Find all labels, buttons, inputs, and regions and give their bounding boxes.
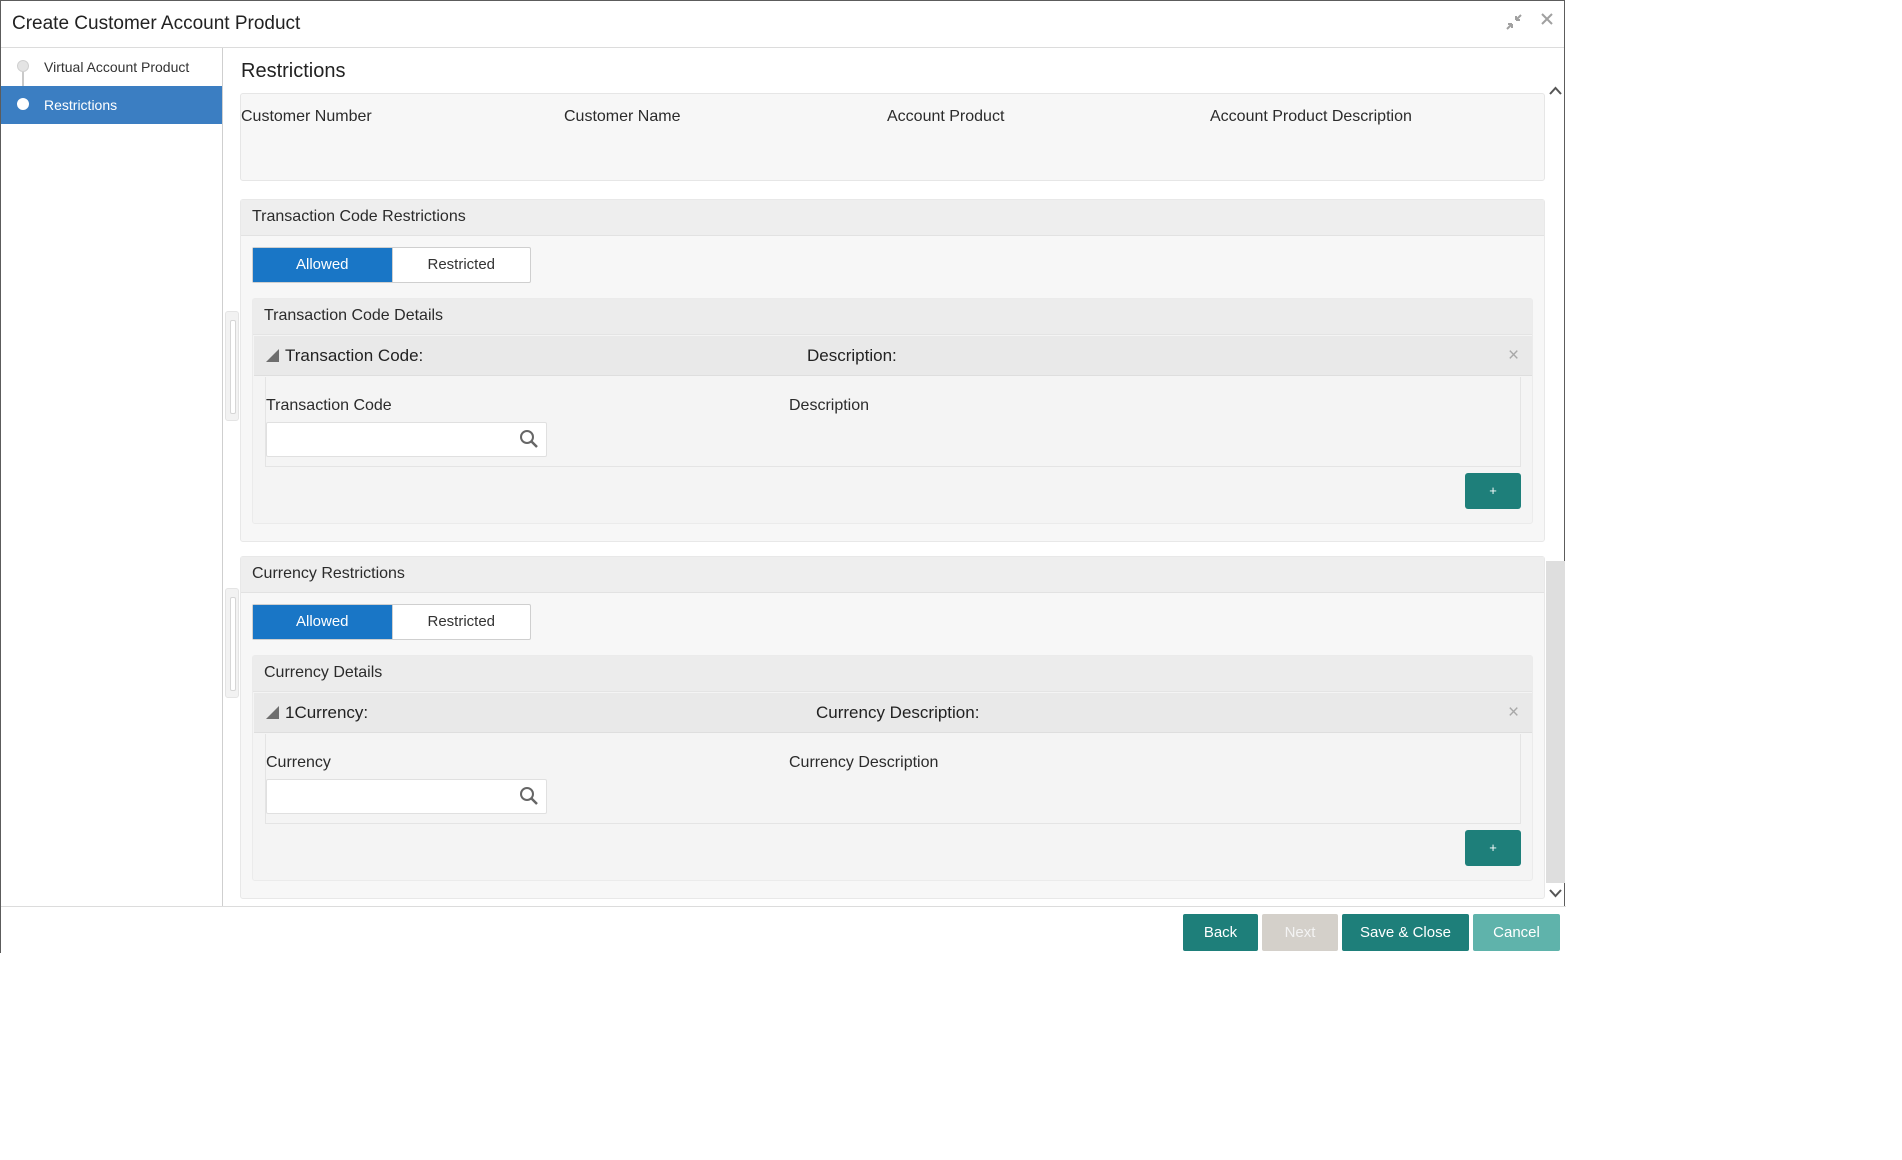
title-bar: Create Customer Account Product <box>1 1 1564 48</box>
add-row-button[interactable]: + <box>1465 473 1521 509</box>
page-title: Restrictions <box>241 60 346 82</box>
remove-row-icon[interactable]: × <box>1508 702 1519 724</box>
scroll-up-icon[interactable] <box>1549 83 1562 99</box>
scrollbar-thumb[interactable] <box>1546 561 1565 883</box>
sidebar-item-restrictions[interactable]: Restrictions <box>1 86 222 124</box>
row-key-label: Transaction Code: <box>285 346 424 365</box>
collapse-triangle-icon[interactable] <box>266 706 279 719</box>
currency-restrictions-section: Currency Restrictions Allowed Restricted… <box>240 556 1545 899</box>
scroll-down-icon[interactable] <box>1549 885 1562 901</box>
currency-input[interactable] <box>266 779 547 814</box>
window-title: Create Customer Account Product <box>12 13 301 34</box>
description-field-label: Description <box>789 397 870 414</box>
search-icon[interactable] <box>519 786 539 806</box>
customer-name-label: Customer Name <box>564 108 681 125</box>
create-customer-account-product-window: Create Customer Account Product Virtual … <box>0 0 1566 954</box>
restricted-option[interactable]: Restricted <box>391 605 531 639</box>
close-icon[interactable] <box>1539 10 1555 33</box>
step-dot-icon <box>17 60 29 72</box>
allowed-option[interactable]: Allowed <box>253 248 392 282</box>
allowed-restricted-toggle: Allowed Restricted <box>252 604 531 640</box>
save-close-button[interactable]: Save & Close <box>1342 914 1469 951</box>
transaction-code-details: Transaction Code Details Transaction Cod… <box>252 298 1533 524</box>
back-button[interactable]: Back <box>1183 914 1258 951</box>
details-header: Transaction Code Details <box>253 299 1532 335</box>
footer-bar: Back Next Save & Close Cancel <box>1 906 1566 954</box>
wizard-sidebar: Virtual Account Product Restrictions <box>1 48 223 906</box>
account-product-description-label: Account Product Description <box>1210 108 1412 125</box>
step-dot-icon <box>17 98 29 110</box>
section-title: Currency Restrictions <box>252 565 405 582</box>
transaction-code-field-label: Transaction Code <box>266 397 392 414</box>
transaction-code-input[interactable] <box>266 422 547 457</box>
allowed-option[interactable]: Allowed <box>253 605 392 639</box>
splitter-handle[interactable] <box>225 588 239 698</box>
currency-row-body: Currency Currency Description <box>265 734 1521 824</box>
customer-number-label: Customer Number <box>241 108 372 125</box>
details-header: Currency Details <box>253 656 1532 692</box>
currency-field-label: Currency <box>266 754 331 771</box>
section-header: Transaction Code Restrictions <box>241 200 1544 236</box>
restricted-option[interactable]: Restricted <box>391 248 531 282</box>
cancel-button[interactable]: Cancel <box>1473 914 1560 951</box>
allowed-restricted-toggle: Allowed Restricted <box>252 247 531 283</box>
next-button[interactable]: Next <box>1262 914 1338 951</box>
details-title: Transaction Code Details <box>264 307 444 324</box>
currency-description-field-label: Currency Description <box>789 754 939 771</box>
vertical-scrollbar[interactable] <box>1546 83 1565 905</box>
row-description-label: Description: <box>807 346 897 365</box>
row-key-label: 1Currency: <box>285 703 369 722</box>
sidebar-item-label: Virtual Account Product <box>44 59 190 75</box>
remove-row-icon[interactable]: × <box>1508 345 1519 367</box>
account-product-label: Account Product <box>887 108 1005 125</box>
details-title: Currency Details <box>264 664 383 681</box>
currency-details: Currency Details 1Currency: Currency Des… <box>252 655 1533 881</box>
section-header: Currency Restrictions <box>241 557 1544 593</box>
add-row-button[interactable]: + <box>1465 830 1521 866</box>
minimize-icon[interactable] <box>1504 12 1524 37</box>
collapse-triangle-icon[interactable] <box>266 349 279 362</box>
transaction-code-restrictions-section: Transaction Code Restrictions Allowed Re… <box>240 199 1545 542</box>
transaction-code-row-body: Transaction Code Description <box>265 377 1521 467</box>
sidebar-item-label: Restrictions <box>44 97 118 113</box>
transaction-code-row-header[interactable]: Transaction Code: Description: × <box>254 336 1532 376</box>
sidebar-item-virtual-account-product[interactable]: Virtual Account Product <box>1 48 222 86</box>
search-icon[interactable] <box>519 429 539 449</box>
product-info-panel: Customer Number Customer Name Account Pr… <box>240 93 1545 181</box>
row-description-label: Currency Description: <box>816 703 980 722</box>
currency-row-header[interactable]: 1Currency: Currency Description: × <box>254 693 1532 733</box>
section-title: Transaction Code Restrictions <box>252 208 466 225</box>
splitter-handle[interactable] <box>225 311 239 421</box>
